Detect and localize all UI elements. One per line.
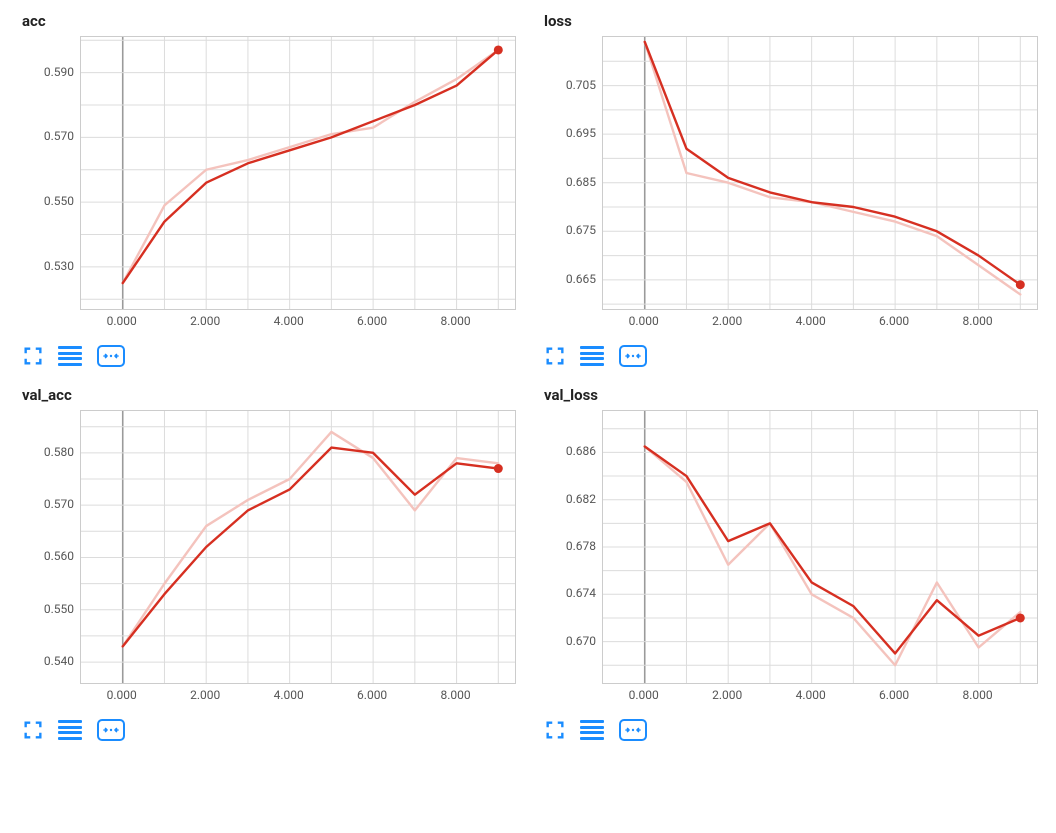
chart-area[interactable]: 0.665 0.675 0.685 0.695 0.705 0.000 2.000 4.00…	[540, 36, 1038, 336]
plot[interactable]	[80, 36, 516, 310]
chart-toolbar	[544, 344, 1038, 368]
x-tick-label: 6.000	[879, 688, 909, 702]
chart-area[interactable]: 0.540 0.550 0.560 0.570 0.580 0.000 2.000 4.00…	[18, 410, 516, 710]
x-tick-label: 6.000	[357, 314, 387, 328]
chart-toolbar	[544, 718, 1038, 742]
x-tick-label: 2.000	[712, 314, 742, 328]
x-tick-label: 0.000	[629, 688, 659, 702]
expand-icon[interactable]	[22, 719, 44, 741]
y-tick-label: 0.685	[566, 175, 596, 189]
x-tick-label: 8.000	[962, 314, 992, 328]
expand-icon[interactable]	[544, 719, 566, 741]
x-tick-label: 8.000	[440, 314, 470, 328]
x-tick-label: 4.000	[274, 688, 304, 702]
x-tick-label: 2.000	[190, 688, 220, 702]
x-tick-label: 8.000	[440, 688, 470, 702]
y-tick-label: 0.530	[44, 259, 74, 273]
x-tick-label: 4.000	[796, 688, 826, 702]
x-tick-label: 0.000	[107, 314, 137, 328]
y-tick-label: 0.678	[566, 539, 596, 553]
plot[interactable]	[80, 410, 516, 684]
panel-acc: acc 0.530 0.550 0.570 0.590 0.000 2.000 4.000…	[18, 12, 516, 368]
panel-title: val_acc	[22, 386, 516, 404]
x-axis: 0.000 2.000 4.000 6.000 8.000	[80, 684, 514, 710]
x-tick-label: 0.000	[107, 688, 137, 702]
x-tick-label: 2.000	[190, 314, 220, 328]
x-tick-label: 6.000	[879, 314, 909, 328]
lines-icon[interactable]	[580, 720, 604, 740]
lines-icon[interactable]	[58, 346, 82, 366]
x-tick-label: 0.000	[629, 314, 659, 328]
y-axis: 0.670 0.674 0.678 0.682 0.686	[540, 410, 602, 682]
x-axis: 0.000 2.000 4.000 6.000 8.000	[80, 310, 514, 336]
panel-val_acc: val_acc 0.540 0.550 0.560 0.570 0.580 0.000 2…	[18, 386, 516, 742]
x-tick-label: 4.000	[274, 314, 304, 328]
y-tick-label: 0.670	[566, 634, 596, 648]
plot[interactable]	[602, 36, 1038, 310]
y-tick-label: 0.540	[44, 654, 74, 668]
y-tick-label: 0.550	[44, 602, 74, 616]
panel-loss: loss 0.665 0.675 0.685 0.695 0.705 0.000 2.00…	[540, 12, 1038, 368]
y-tick-label: 0.560	[44, 549, 74, 563]
y-tick-label: 0.674	[566, 586, 596, 600]
y-tick-label: 0.686	[566, 444, 596, 458]
chart-toolbar	[22, 344, 516, 368]
y-tick-label: 0.675	[566, 223, 596, 237]
panel-title: val_loss	[544, 386, 1038, 404]
charts-grid: acc 0.530 0.550 0.570 0.590 0.000 2.000 4.000…	[0, 0, 1056, 766]
y-tick-label: 0.682	[566, 492, 596, 506]
y-tick-label: 0.570	[44, 129, 74, 143]
plot[interactable]	[602, 410, 1038, 684]
fit-icon[interactable]	[96, 344, 126, 368]
x-axis: 0.000 2.000 4.000 6.000 8.000	[602, 310, 1036, 336]
expand-icon[interactable]	[544, 345, 566, 367]
expand-icon[interactable]	[22, 345, 44, 367]
x-tick-label: 6.000	[357, 688, 387, 702]
panel-title: loss	[544, 12, 1038, 30]
x-tick-label: 8.000	[962, 688, 992, 702]
x-tick-label: 2.000	[712, 688, 742, 702]
y-tick-label: 0.665	[566, 272, 596, 286]
y-tick-label: 0.695	[566, 126, 596, 140]
lines-icon[interactable]	[58, 720, 82, 740]
chart-toolbar	[22, 718, 516, 742]
panel-title: acc	[22, 12, 516, 30]
fit-icon[interactable]	[96, 718, 126, 742]
y-tick-label: 0.590	[44, 65, 74, 79]
x-tick-label: 4.000	[796, 314, 826, 328]
y-tick-label: 0.580	[44, 445, 74, 459]
chart-area[interactable]: 0.530 0.550 0.570 0.590 0.000 2.000 4.000 6.00…	[18, 36, 516, 336]
chart-area[interactable]: 0.670 0.674 0.678 0.682 0.686 0.000 2.000 4.00…	[540, 410, 1038, 710]
y-tick-label: 0.570	[44, 497, 74, 511]
y-axis: 0.540 0.550 0.560 0.570 0.580	[18, 410, 80, 682]
fit-icon[interactable]	[618, 344, 648, 368]
y-tick-label: 0.705	[566, 78, 596, 92]
y-axis: 0.530 0.550 0.570 0.590	[18, 36, 80, 308]
y-tick-label: 0.550	[44, 194, 74, 208]
y-axis: 0.665 0.675 0.685 0.695 0.705	[540, 36, 602, 308]
fit-icon[interactable]	[618, 718, 648, 742]
x-axis: 0.000 2.000 4.000 6.000 8.000	[602, 684, 1036, 710]
panel-val_loss: val_loss 0.670 0.674 0.678 0.682 0.686 0.000…	[540, 386, 1038, 742]
lines-icon[interactable]	[580, 346, 604, 366]
